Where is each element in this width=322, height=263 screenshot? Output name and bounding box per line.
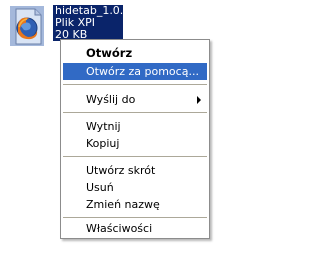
menu-item-label: Otwórz [86,46,133,60]
menu-item-label: Właściwości [86,222,153,235]
context-menu: Otwórz Otwórz za pomocą... Wyślij do Wyt… [60,39,210,239]
menu-item-create-shortcut[interactable]: Utwórz skrót [63,162,207,179]
menu-separator [63,112,207,113]
menu-item-label: Zmień nazwę [86,198,160,211]
menu-item-label: Kopiuj [86,137,120,150]
file-name: hidetab_1.0.1 [55,5,123,17]
menu-item-label: Otwórz za pomocą... [86,65,199,78]
menu-separator [63,84,207,85]
file-type: Plik XPI [55,17,96,29]
submenu-arrow-icon [197,96,201,104]
menu-item-rename[interactable]: Zmień nazwę [63,196,207,213]
menu-item-cut[interactable]: Wytnij [63,118,207,135]
file-label[interactable]: hidetab_1.0.1 Plik XPI 20 KB [53,5,123,41]
menu-item-delete[interactable]: Usuń [63,179,207,196]
menu-item-copy[interactable]: Kopiuj [63,135,207,152]
menu-item-label: Wytnij [86,120,121,133]
menu-item-properties[interactable]: Właściwości [63,220,207,237]
menu-item-open[interactable]: Otwórz [63,45,207,62]
firefox-extension-icon[interactable] [2,4,52,50]
menu-separator [63,156,207,157]
menu-item-open-with[interactable]: Otwórz za pomocą... [63,63,207,80]
menu-item-send-to[interactable]: Wyślij do [63,91,207,108]
menu-item-label: Utwórz skrót [86,164,156,177]
menu-item-label: Usuń [86,181,114,194]
menu-separator [63,217,207,218]
menu-item-label: Wyślij do [86,93,136,106]
